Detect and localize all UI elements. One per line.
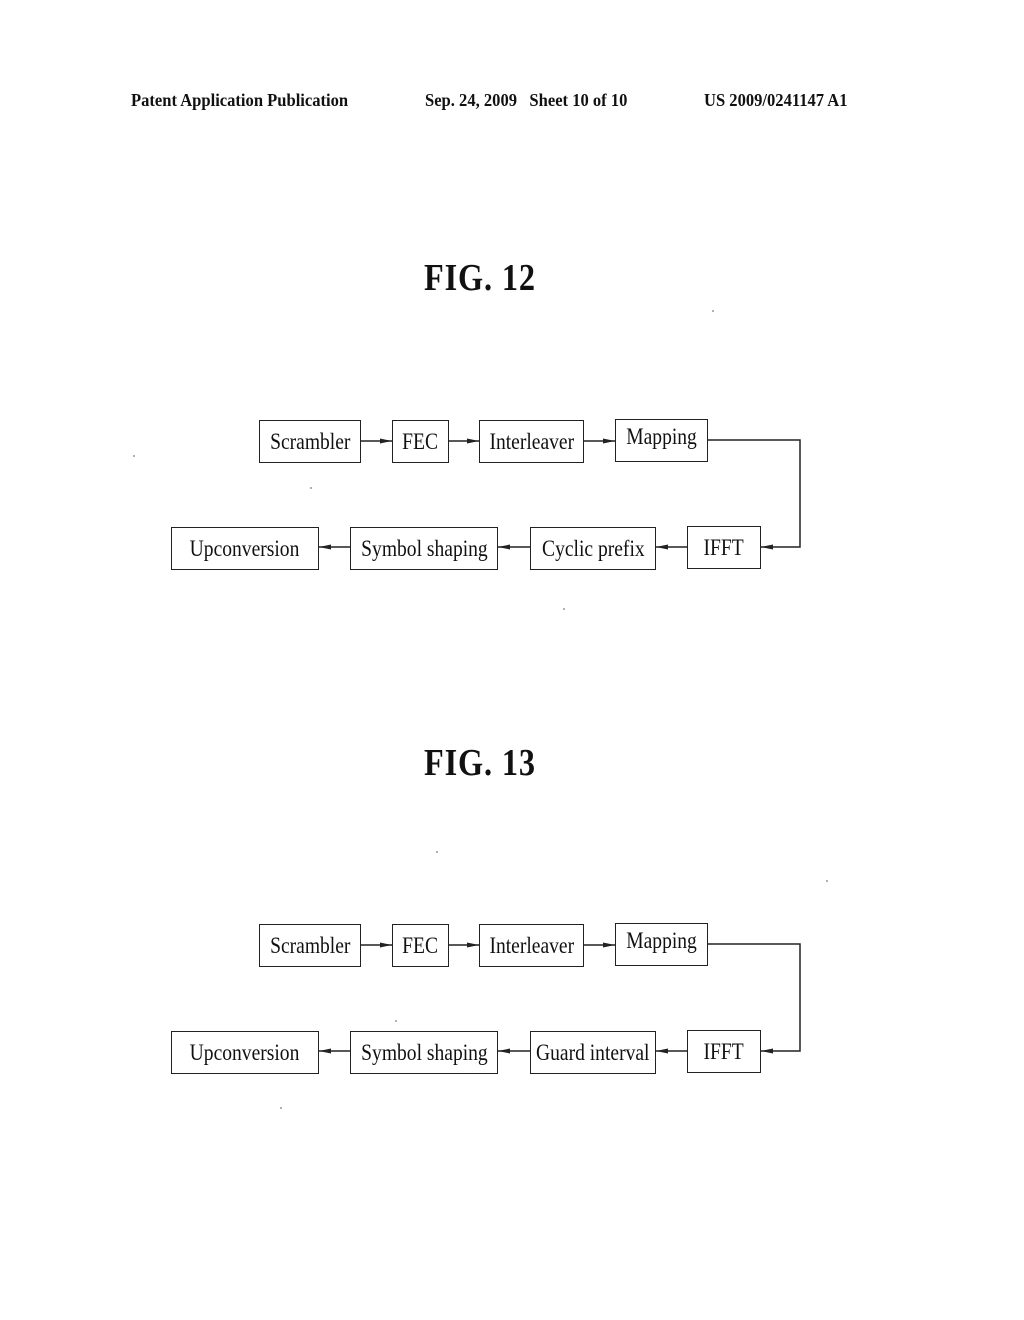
block-interleaver: Interleaver xyxy=(479,924,584,967)
block-mapping: Mapping xyxy=(615,923,708,966)
block-fec: FEC xyxy=(392,924,449,967)
block-label: Interleaver xyxy=(489,932,574,958)
scan-speck xyxy=(826,880,828,882)
block-label: IFFT xyxy=(703,1038,745,1064)
scan-speck xyxy=(563,608,565,610)
block-label: Guard interval xyxy=(536,1039,650,1065)
scan-speck xyxy=(712,310,714,312)
scan-speck xyxy=(310,487,312,489)
block-symbol-shaping: Symbol shaping xyxy=(350,1031,498,1074)
scan-speck xyxy=(395,1020,397,1022)
block-label: Symbol shaping xyxy=(360,1039,488,1065)
block-label: Mapping xyxy=(626,928,697,953)
block-upconversion: Upconversion xyxy=(171,1031,319,1074)
block-guard-interval: Guard interval xyxy=(530,1031,656,1074)
block-label: Upconversion xyxy=(190,1039,300,1065)
scan-speck xyxy=(280,1107,282,1109)
block-ifft: IFFT xyxy=(687,1030,761,1073)
block-scrambler: Scrambler xyxy=(259,924,361,967)
scan-speck xyxy=(436,851,438,853)
figure-13-connectors xyxy=(319,942,801,1054)
block-label: FEC xyxy=(402,932,439,958)
block-label: Scrambler xyxy=(269,932,351,958)
scan-speck xyxy=(133,455,135,457)
